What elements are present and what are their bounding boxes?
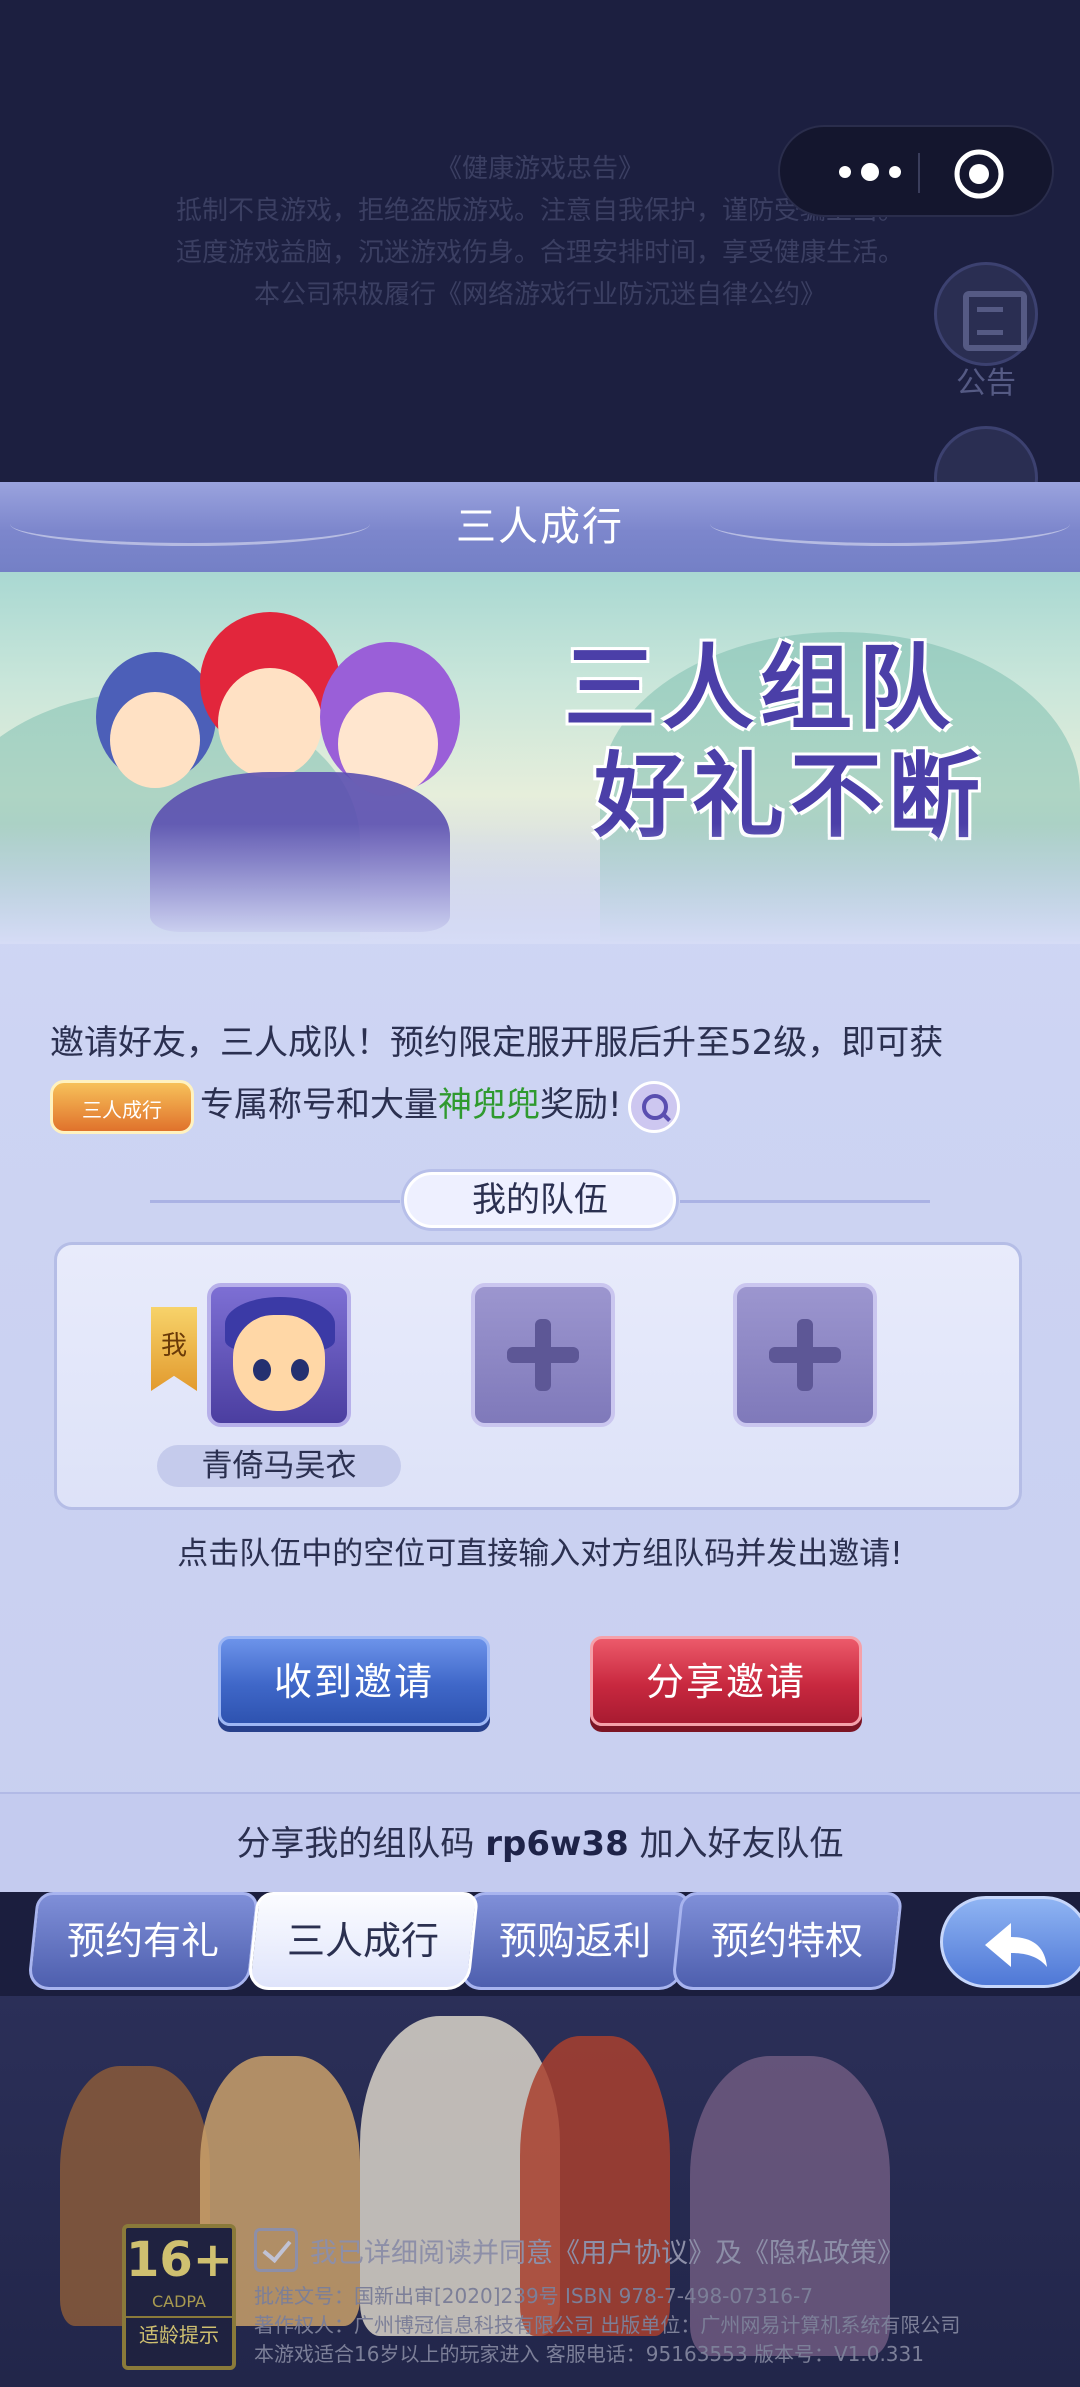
character-face	[218, 668, 322, 778]
notice-line: 适度游戏益脑，沉迷游戏伤身。合理安排时间，享受健康生活。	[175, 238, 904, 268]
invite-tip: 点击队伍中的空位可直接输入对方组队码并发出邀请!	[177, 1536, 903, 1572]
back-button[interactable]	[940, 1896, 1080, 1988]
member-name: 青倚马吴衣	[157, 1445, 401, 1487]
header-divider	[150, 1200, 400, 1203]
my-team-header: 我的队伍	[0, 1170, 1080, 1230]
more-dots-icon[interactable]	[822, 147, 918, 197]
team-slots: 我 青倚马吴衣	[54, 1242, 1022, 1510]
legal-line: 本游戏适合16岁以上的玩家进入 客服电话：95163553 版本号：V1.0.3…	[254, 2342, 924, 2366]
code-prefix: 分享我的组队码	[236, 1824, 475, 1864]
empty-slot-plus-icon[interactable]	[471, 1283, 615, 1427]
agreement-text: 我已详细阅读并同意《用户协议》及《隐私政策》	[310, 2231, 904, 2270]
age-hint: 适龄提示	[126, 2316, 232, 2352]
share-invite-button[interactable]: 分享邀请	[590, 1636, 862, 1726]
agree-and: 及	[715, 2237, 742, 2269]
tab-label: 三人成行	[286, 1919, 439, 1963]
my-team-label: 我的队伍	[404, 1172, 676, 1228]
character-face	[110, 692, 200, 788]
receive-invite-button[interactable]: 收到邀请	[218, 1636, 490, 1726]
agree-prefix: 我已详细阅读并同意	[310, 2237, 553, 2269]
description-text: 专属称号和大量	[200, 1085, 438, 1125]
title-badge: 三人成行	[50, 1079, 194, 1134]
reward-highlight: 神兜兜	[438, 1085, 540, 1125]
tab-three-team[interactable]: 三人成行	[246, 1892, 480, 1990]
panel-title-bar: 三人成行	[0, 482, 1080, 572]
bottom-tabs: 预约有礼 三人成行 预购返利 预约特权	[0, 1892, 1080, 1996]
team-code[interactable]: rp6w38	[485, 1824, 629, 1864]
event-description: 邀请好友，三人成队！预约限定服开服后升至52级，即可获 三人成行 专属称号和大量神…	[50, 1012, 1040, 1136]
age-rating-badge: 16+ CADPA 适龄提示	[122, 2224, 236, 2370]
back-arrow-icon	[985, 1923, 1047, 1967]
tab-label: 预购返利	[498, 1919, 651, 1963]
tab-label: 预约有礼	[66, 1919, 219, 1963]
agreement-row: 我已详细阅读并同意《用户协议》及《隐私政策》	[254, 2226, 904, 2274]
privacy-policy-link[interactable]: 《隐私政策》	[742, 2238, 904, 2269]
top-backdrop: 《健康游戏忠告》 抵制不良游戏，拒绝盗版游戏。注意自我保护，谨防受骗上当。 适度…	[0, 0, 1080, 530]
user-agreement-link[interactable]: 《用户协议》	[553, 2238, 715, 2269]
header-divider	[680, 1200, 930, 1203]
age-org: CADPA	[151, 2292, 206, 2311]
tab-reserve-gift[interactable]: 预约有礼	[26, 1892, 260, 1990]
panel-title: 三人成行	[456, 504, 624, 550]
announcement-button[interactable]: 公告	[934, 262, 1038, 402]
tab-label: 预约特权	[710, 1919, 863, 1963]
description-line2: 三人成行 专属称号和大量神兜兜奖励!	[50, 1074, 1040, 1136]
legal-line: 批准文号：国新出审[2020]239号 ISBN 978-7-498-07316…	[254, 2284, 813, 2308]
team-code-bar: 分享我的组队码 rp6w38 加入好友队伍	[0, 1792, 1080, 1892]
description-text: 奖励!	[540, 1085, 622, 1125]
capsule-divider	[918, 153, 920, 193]
avatar-eye	[253, 1359, 271, 1381]
checkbox-check-icon[interactable]	[254, 2228, 298, 2272]
legal-info: 批准文号：国新出审[2020]239号 ISBN 978-7-498-07316…	[254, 2282, 1054, 2369]
notice-line: 本公司积极履行《网络游戏行业防沉迷自律公约》	[253, 280, 826, 310]
miniprogram-capsule	[778, 125, 1054, 217]
legal-line: 著作权人：广州博冠信息科技有限公司 出版单位：广州网易计算机系统有限公司	[254, 2313, 961, 2337]
tab-prebuy-rebate[interactable]: 预购返利	[458, 1892, 692, 1990]
team-panel: 三人成行 三人组队 好礼不断 邀请好友，三人成队！预约限定服开服后升至52级，即…	[0, 482, 1080, 1892]
banner-slogan: 三人组队 好礼不断	[500, 634, 1020, 850]
member-avatar[interactable]	[207, 1283, 351, 1427]
tab-reserve-privilege[interactable]: 预约特权	[670, 1892, 904, 1990]
announcement-icon	[934, 262, 1038, 366]
me-tag: 我	[151, 1307, 197, 1391]
description-line1: 邀请好友，三人成队！预约限定服开服后升至52级，即可获	[50, 1023, 944, 1063]
banner-slogan-line1: 三人组队	[563, 634, 956, 742]
event-banner: 三人组队 好礼不断	[0, 572, 1080, 944]
code-suffix: 加入好友队伍	[639, 1824, 844, 1864]
banner-fade	[0, 824, 1080, 944]
record-target-icon[interactable]	[952, 147, 1006, 201]
empty-slot-plus-icon[interactable]	[733, 1283, 877, 1427]
avatar-face	[233, 1315, 325, 1411]
age-number: 16+	[126, 2232, 234, 2288]
magnifier-icon[interactable]	[627, 1080, 680, 1133]
avatar-eye	[291, 1359, 309, 1381]
